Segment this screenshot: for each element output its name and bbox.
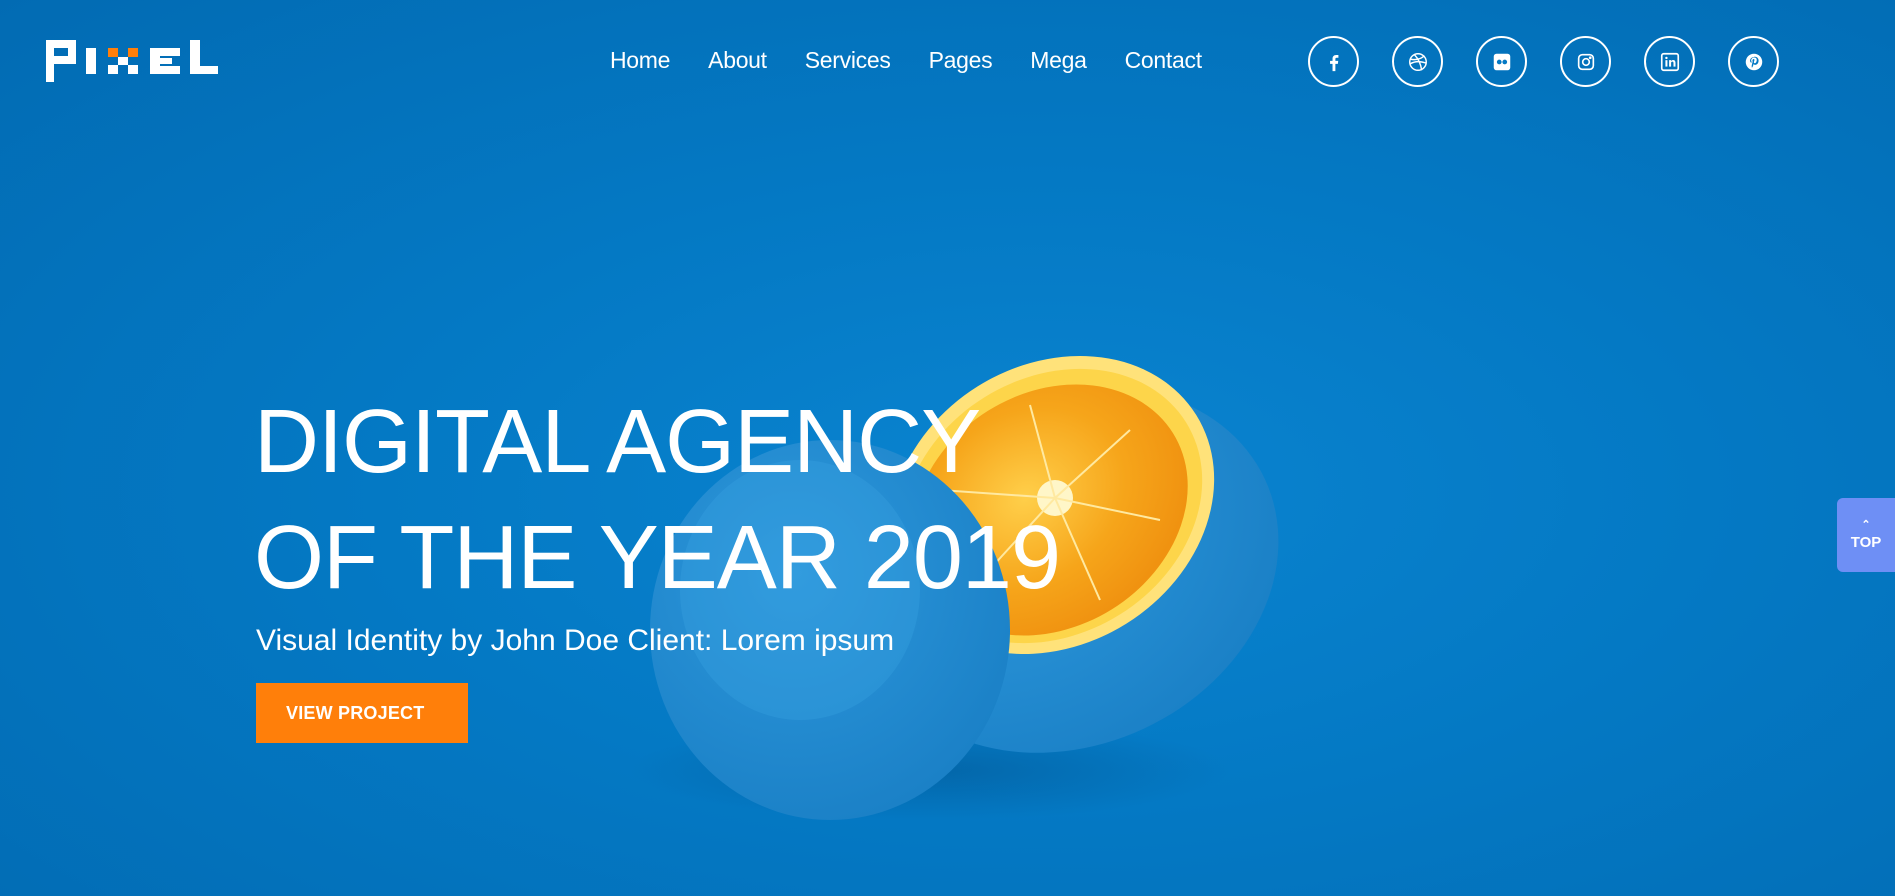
facebook-icon (1329, 54, 1338, 71)
dribbble-link[interactable] (1392, 36, 1443, 87)
scroll-top-label: TOP (1850, 533, 1882, 551)
hero-subtitle: Visual Identity by John Doe Client: Lore… (256, 624, 895, 657)
nav-about[interactable]: About (708, 46, 767, 74)
instagram-icon (1577, 53, 1594, 70)
hero-headline: DIGITAL AGENCY OF THE YEAR 2019 (254, 384, 1061, 616)
flickr-link[interactable] (1476, 36, 1527, 87)
pinterest-link[interactable] (1728, 36, 1779, 87)
pinterest-icon (1745, 53, 1762, 70)
social-links (1308, 36, 1779, 87)
nav-contact[interactable]: Contact (1125, 46, 1202, 74)
nav-mega[interactable]: Mega (1030, 46, 1087, 74)
view-project-button[interactable]: VIEW PROJECT (256, 683, 468, 743)
flickr-icon (1493, 53, 1510, 70)
instagram-link[interactable] (1560, 36, 1611, 87)
headline-line-1: DIGITAL AGENCY (254, 392, 981, 492)
facebook-link[interactable] (1308, 36, 1359, 87)
main-nav: Home About Services Pages Mega Contact (610, 46, 1202, 74)
pixel-logo[interactable] (46, 40, 218, 82)
linkedin-icon (1660, 52, 1679, 71)
nav-services[interactable]: Services (805, 46, 891, 74)
nav-home[interactable]: Home (610, 46, 670, 74)
scroll-top-button[interactable]: ⌃ TOP (1837, 498, 1895, 572)
headline-line-2: OF THE YEAR 2019 (254, 508, 1061, 608)
linkedin-link[interactable] (1644, 36, 1695, 87)
hero-section: Home About Services Pages Mega Contact D… (0, 0, 1895, 896)
chevron-up-icon: ⌃ (1861, 518, 1871, 531)
dribbble-icon (1408, 52, 1427, 71)
nav-pages[interactable]: Pages (929, 46, 993, 74)
